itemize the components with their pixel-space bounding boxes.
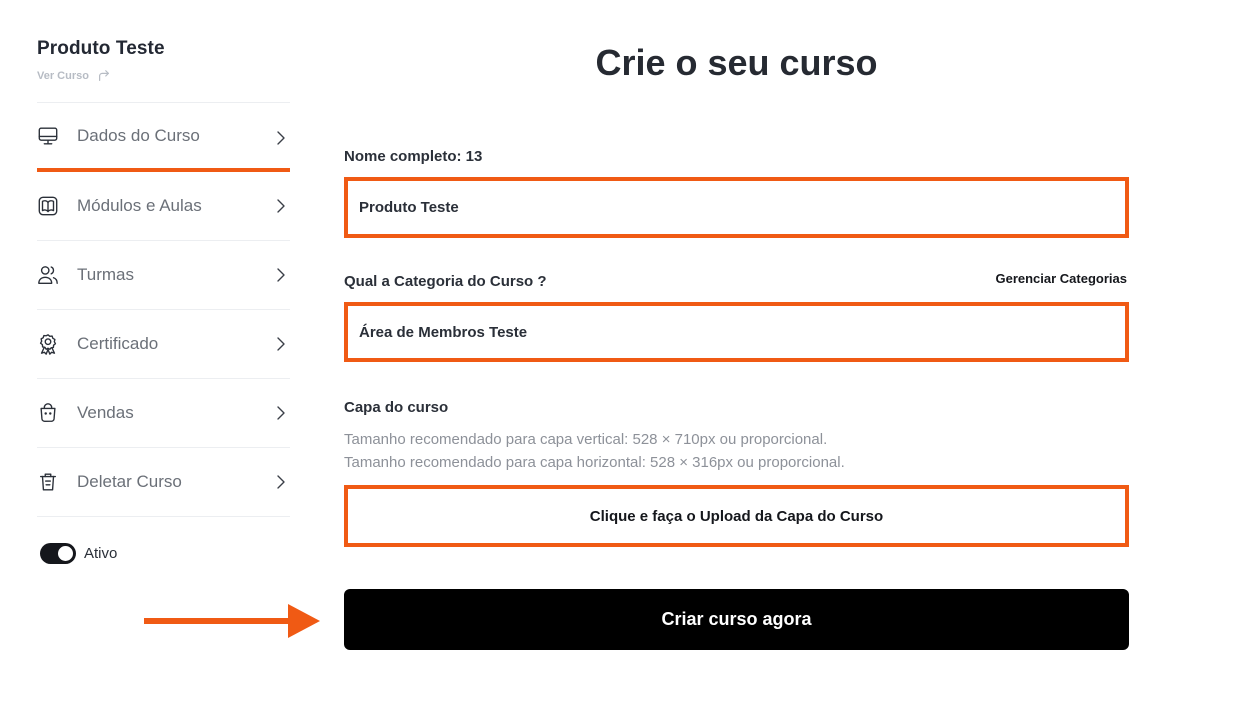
chevron-right-icon: [277, 130, 285, 145]
sidebar-item-label: Certificado: [77, 334, 159, 353]
book-icon: [37, 195, 59, 217]
chevron-right-icon: [277, 268, 285, 282]
chevron-right-icon: [277, 406, 285, 420]
sidebar-item-label: Módulos e Aulas: [77, 196, 202, 215]
page-title: Crie o seu curso: [595, 42, 878, 83]
chevron-right-icon: [277, 337, 285, 351]
name-field-label: Nome completo: 13: [344, 148, 483, 165]
sidebar-item-label: Vendas: [77, 403, 134, 422]
redirect-icon: [98, 70, 109, 81]
view-course-label: Ver Curso: [37, 70, 89, 82]
active-toggle[interactable]: [40, 543, 76, 564]
cover-hint-vertical: Tamanho recomendado para capa vertical: …: [344, 431, 828, 448]
manage-categories-link[interactable]: Gerenciar Categorias: [995, 271, 1127, 286]
view-course-link[interactable]: Ver Curso: [37, 69, 290, 83]
category-field-label: Qual a Categoria do Curso ?: [344, 273, 547, 290]
cover-hint-horizontal: Tamanho recomendado para capa horizontal…: [344, 454, 845, 471]
arrow-right-icon: [144, 604, 320, 638]
award-icon: [37, 333, 59, 355]
upload-cover-button[interactable]: Clique e faça o Upload da Capa do Curso: [344, 485, 1129, 547]
toggle-knob: [58, 546, 73, 561]
sidebar-item-turmas[interactable]: Turmas: [37, 241, 290, 310]
sidebar-item-certificado[interactable]: Certificado: [37, 310, 290, 379]
sidebar-item-modulos-e-aulas[interactable]: Módulos e Aulas: [37, 172, 290, 241]
category-select[interactable]: Área de Membros Teste: [344, 302, 1129, 362]
sidebar-item-dados-do-curso[interactable]: Dados do Curso: [37, 103, 290, 172]
sidebar: Produto Teste Ver Curso Dados do Curso M…: [37, 38, 290, 564]
active-toggle-row: Ativo: [37, 543, 290, 564]
page: Produto Teste Ver Curso Dados do Curso M…: [0, 0, 1258, 702]
sidebar-nav: Dados do Curso Módulos e Aulas Turmas Ce…: [37, 102, 290, 517]
course-name-input[interactable]: Produto Teste: [344, 177, 1129, 238]
chevron-right-icon: [277, 475, 285, 489]
users-icon: [37, 264, 59, 286]
chevron-right-icon: [277, 199, 285, 213]
create-course-button[interactable]: Criar curso agora: [344, 589, 1129, 650]
product-title: Produto Teste: [37, 38, 165, 59]
toggle-label: Ativo: [84, 545, 118, 562]
sidebar-item-label: Dados do Curso: [77, 125, 200, 145]
cover-label: Capa do curso: [344, 399, 449, 416]
sidebar-item-deletar-curso[interactable]: Deletar Curso: [37, 448, 290, 517]
monitor-icon: [37, 125, 59, 147]
shopping-bag-icon: [37, 402, 59, 424]
trash-icon: [37, 471, 59, 493]
sidebar-item-label: Deletar Curso: [77, 472, 182, 491]
sidebar-item-label: Turmas: [77, 265, 134, 284]
sidebar-item-vendas[interactable]: Vendas: [37, 379, 290, 448]
